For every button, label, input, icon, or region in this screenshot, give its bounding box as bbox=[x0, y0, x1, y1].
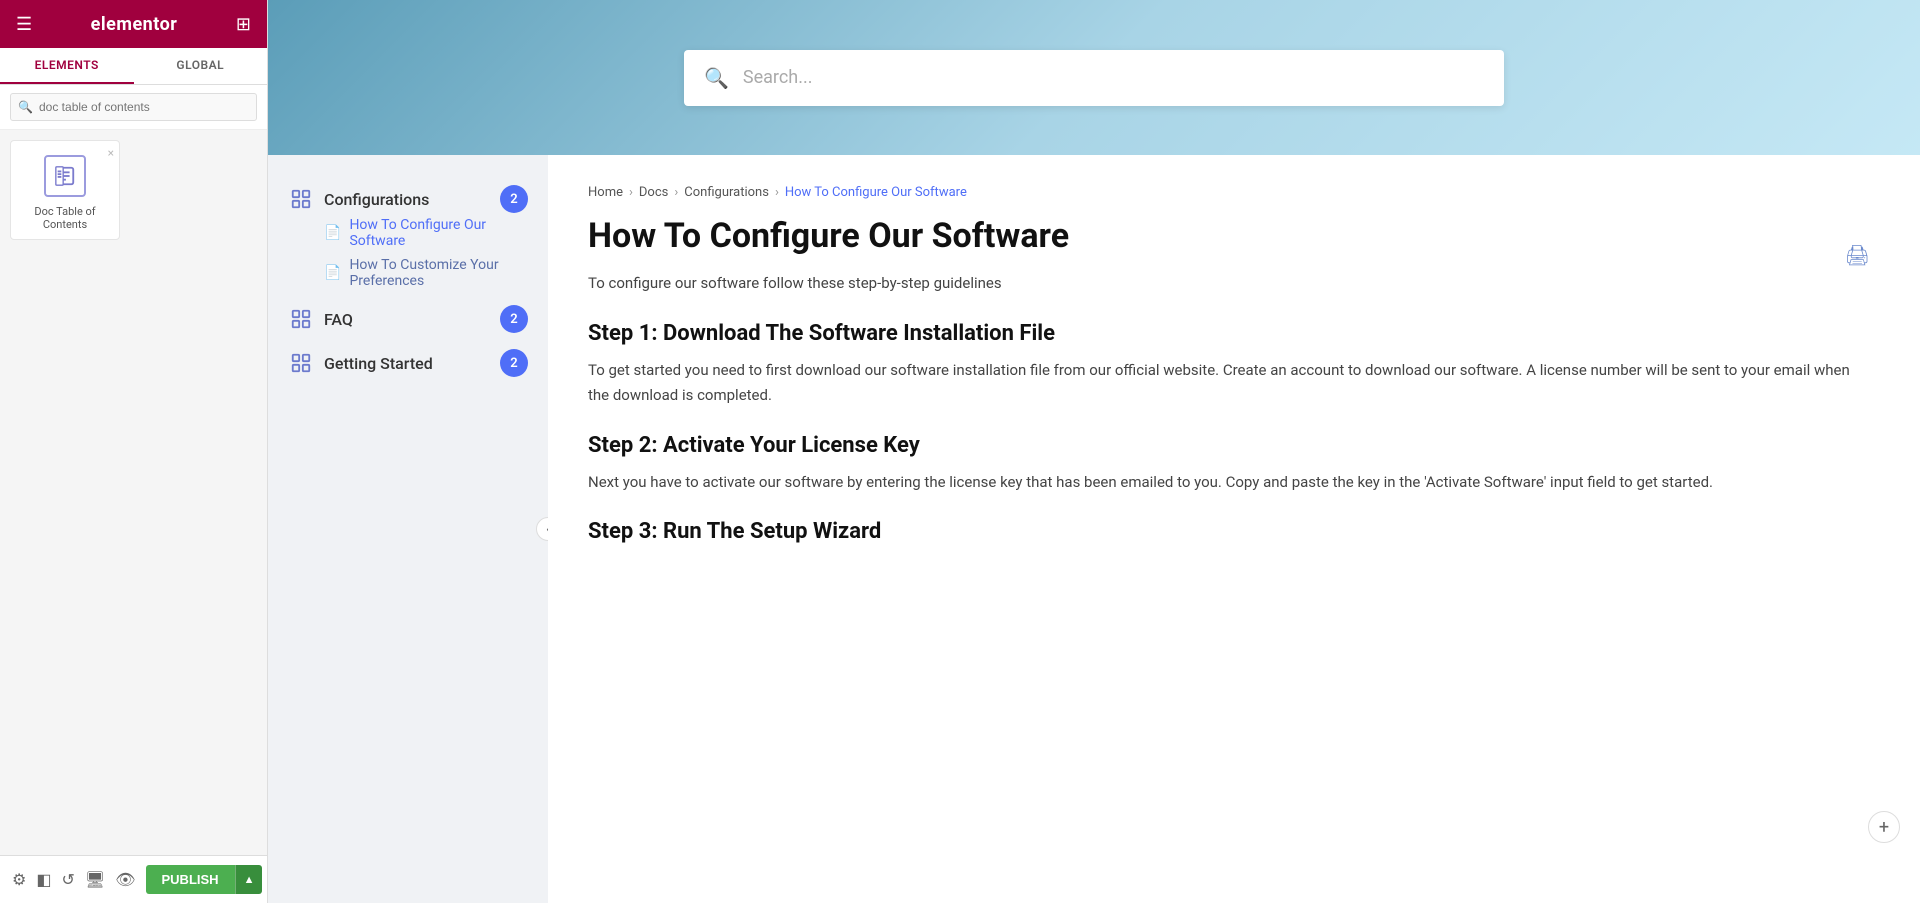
breadcrumb-current: How To Configure Our Software bbox=[785, 185, 967, 200]
hamburger-icon[interactable]: ☰ bbox=[16, 14, 32, 35]
faq-category-icon bbox=[288, 306, 314, 332]
publish-group: PUBLISH ▲ bbox=[146, 865, 263, 894]
grid-icon[interactable]: ⊞ bbox=[236, 14, 251, 35]
nav-sub-item-customize[interactable]: 📄 How To Customize Your Preferences bbox=[324, 257, 528, 289]
element-search-input[interactable] bbox=[10, 93, 257, 121]
doc-icon-configure: 📄 bbox=[324, 225, 341, 241]
hero-search-container: 🔍 Search... bbox=[684, 50, 1504, 106]
breadcrumb-configurations[interactable]: Configurations bbox=[684, 185, 769, 200]
doc-title: How To Configure Our Software bbox=[588, 216, 1870, 257]
widget-delete-icon[interactable]: × bbox=[108, 146, 114, 160]
configurations-sub-items: 📄 How To Configure Our Software 📄 How To… bbox=[288, 217, 528, 289]
doc-section-heading-1: Step 1: Download The Software Installati… bbox=[588, 321, 1870, 346]
print-icon[interactable]: 🖨 bbox=[1845, 243, 1870, 267]
left-panel: ☰ elementor ⊞ ELEMENTS GLOBAL 🔍 × bbox=[0, 0, 268, 903]
layers-icon[interactable]: ◧ bbox=[36, 870, 51, 889]
publish-button[interactable]: PUBLISH bbox=[146, 865, 235, 894]
doc-section-heading-2: Step 2: Activate Your License Key bbox=[588, 433, 1870, 458]
breadcrumb-home[interactable]: Home bbox=[588, 185, 623, 200]
faq-label[interactable]: FAQ bbox=[324, 310, 490, 329]
breadcrumb-sep-3: › bbox=[775, 185, 779, 200]
configurations-category-icon bbox=[288, 186, 314, 212]
breadcrumb: Home › Docs › Configurations › How To Co… bbox=[588, 185, 1870, 200]
add-section-button[interactable]: + bbox=[1868, 811, 1900, 843]
left-tabs: ELEMENTS GLOBAL bbox=[0, 48, 267, 85]
doc-section-text-1: To get started you need to first downloa… bbox=[588, 358, 1870, 409]
getting-started-badge: 2 bbox=[500, 349, 528, 377]
doc-section-text-2: Next you have to activate our software b… bbox=[588, 470, 1870, 496]
eye-icon[interactable]: 👁 bbox=[115, 870, 135, 889]
breadcrumb-docs[interactable]: Docs bbox=[639, 185, 668, 200]
monitor-icon[interactable]: 🖥 bbox=[85, 870, 105, 889]
doc-content: Home › Docs › Configurations › How To Co… bbox=[548, 155, 1920, 903]
nav-category-faq: FAQ 2 bbox=[288, 305, 528, 333]
hero-search-icon: 🔍 bbox=[704, 66, 729, 90]
doc-icon-customize: 📄 bbox=[324, 265, 341, 281]
nav-category-getting-started: Getting Started 2 bbox=[288, 349, 528, 377]
breadcrumb-sep-1: › bbox=[629, 185, 633, 200]
nav-sub-item-configure[interactable]: 📄 How To Configure Our Software bbox=[324, 217, 528, 249]
tab-global[interactable]: GLOBAL bbox=[134, 48, 268, 84]
main-content: 🔍 Search... ‹ Conf bbox=[268, 0, 1920, 903]
nav-category-configurations: Configurations 2 📄 How To Configure Our … bbox=[288, 185, 528, 289]
getting-started-category-icon bbox=[288, 350, 314, 376]
faq-badge: 2 bbox=[500, 305, 528, 333]
configurations-label[interactable]: Configurations bbox=[324, 190, 490, 209]
doc-table-of-contents-widget[interactable]: × Doc Table of Contents bbox=[10, 140, 120, 240]
doc-intro: To configure our software follow these s… bbox=[588, 271, 1870, 295]
publish-arrow-button[interactable]: ▲ bbox=[235, 865, 263, 894]
doc-sidebar: ‹ Configurations 2 bbox=[268, 155, 548, 903]
sidebar-collapse-button[interactable]: ‹ bbox=[536, 517, 548, 541]
app-logo: elementor bbox=[91, 14, 178, 35]
hero-search-placeholder[interactable]: Search... bbox=[743, 67, 813, 88]
search-icon-small: 🔍 bbox=[18, 100, 33, 114]
page-body: ‹ Configurations 2 bbox=[268, 155, 1920, 903]
breadcrumb-sep-2: › bbox=[674, 185, 678, 200]
tab-elements[interactable]: ELEMENTS bbox=[0, 48, 134, 84]
search-bar-area: 🔍 bbox=[0, 85, 267, 130]
widget-area: × Doc Table of Contents bbox=[0, 130, 267, 855]
doc-section-heading-3: Step 3: Run The Setup Wizard bbox=[588, 519, 1870, 544]
widget-label: Doc Table of Contents bbox=[21, 205, 109, 231]
configurations-badge: 2 bbox=[500, 185, 528, 213]
left-header: ☰ elementor ⊞ bbox=[0, 0, 267, 48]
getting-started-label[interactable]: Getting Started bbox=[324, 354, 490, 373]
left-footer: ⚙ ◧ ↺ 🖥 👁 PUBLISH ▲ bbox=[0, 855, 267, 903]
history-icon[interactable]: ↺ bbox=[61, 870, 74, 889]
hero-section: 🔍 Search... bbox=[268, 0, 1920, 155]
widget-icon bbox=[44, 155, 86, 197]
gear-icon[interactable]: ⚙ bbox=[12, 870, 26, 889]
